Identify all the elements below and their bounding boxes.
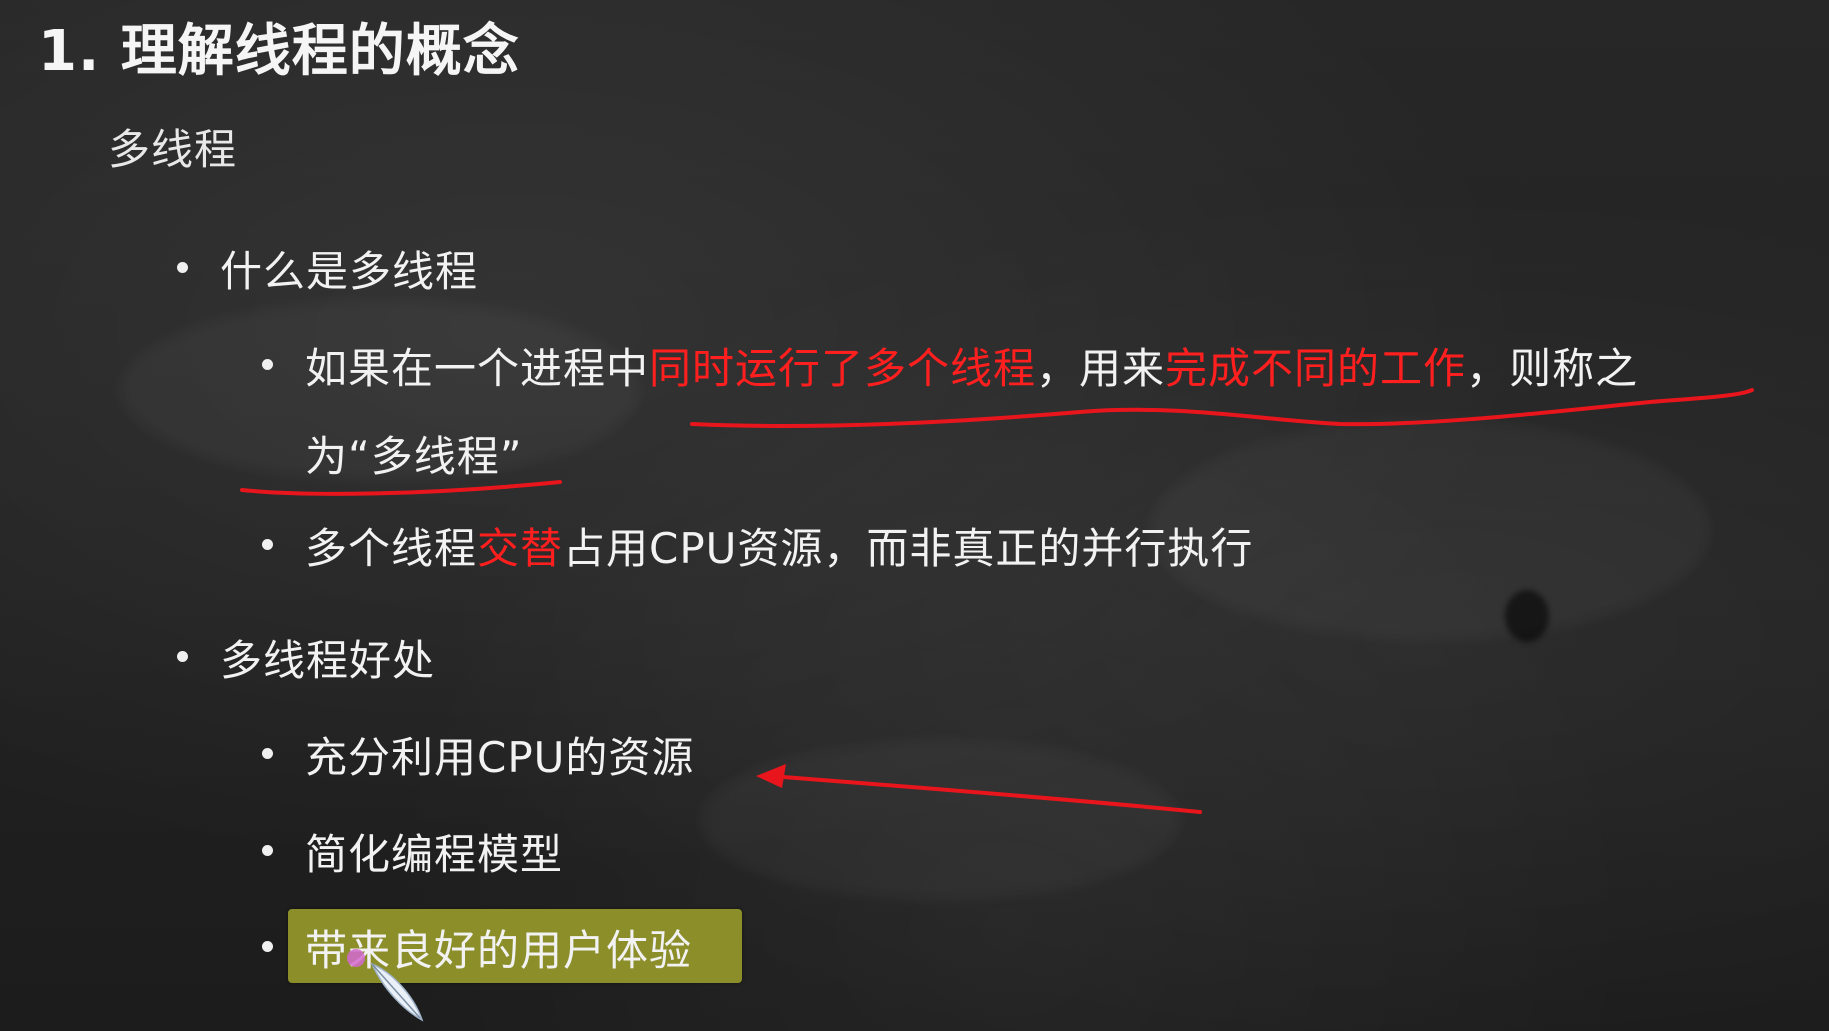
bullet-dot bbox=[262, 359, 273, 370]
bullet-dot bbox=[177, 262, 188, 273]
chalk-dark-spot bbox=[1505, 590, 1549, 642]
alternating-emphasis: 交替 bbox=[477, 524, 564, 573]
benefit-item-cpu: 充分利用CPU的资源 bbox=[305, 733, 695, 782]
slide-title: 1. 理解线程的概念 bbox=[38, 19, 520, 84]
chalkboard-slide: 1. 理解线程的概念 多线程 什么是多线程 如果在一个进程中同时运行了多个线程，… bbox=[0, 0, 1829, 1031]
alternating-cpu-line: 多个线程交替占用CPU资源，而非真正的并行执行 bbox=[305, 515, 1253, 576]
section-heading-benefits: 多线程好处 bbox=[220, 636, 436, 685]
definition-text-e: ，则称之 bbox=[1466, 344, 1639, 393]
definition-emphasis-different-work: 完成不同的工作 bbox=[1165, 344, 1467, 393]
definition-line-2: 为“多线程” bbox=[305, 432, 523, 481]
section-heading-what-is-multithreading: 什么是多线程 bbox=[220, 247, 479, 296]
benefit-item-simplify: 简化编程模型 bbox=[305, 830, 564, 879]
alternating-text-c: 占用CPU资源，而非真正的并行执行 bbox=[563, 524, 1254, 573]
definition-emphasis-concurrent: 同时运行了多个线程 bbox=[649, 344, 1037, 393]
bullet-dot bbox=[262, 539, 273, 550]
definition-text-a: 如果在一个进程中 bbox=[305, 344, 650, 393]
chalk-smudge bbox=[700, 740, 1180, 900]
bullet-dot bbox=[262, 941, 273, 952]
bullet-dot bbox=[262, 748, 273, 759]
slide-subtitle: 多线程 bbox=[108, 125, 238, 174]
benefit-item-user-experience: 带来良好的用户体验 bbox=[305, 926, 693, 975]
definition-text-c: ，用来 bbox=[1036, 344, 1166, 393]
bullet-dot bbox=[262, 845, 273, 856]
bullet-dot bbox=[177, 651, 188, 662]
alternating-text-a: 多个线程 bbox=[305, 524, 478, 573]
definition-line-1: 如果在一个进程中同时运行了多个线程，用来完成不同的工作，则称之 bbox=[305, 335, 1638, 396]
